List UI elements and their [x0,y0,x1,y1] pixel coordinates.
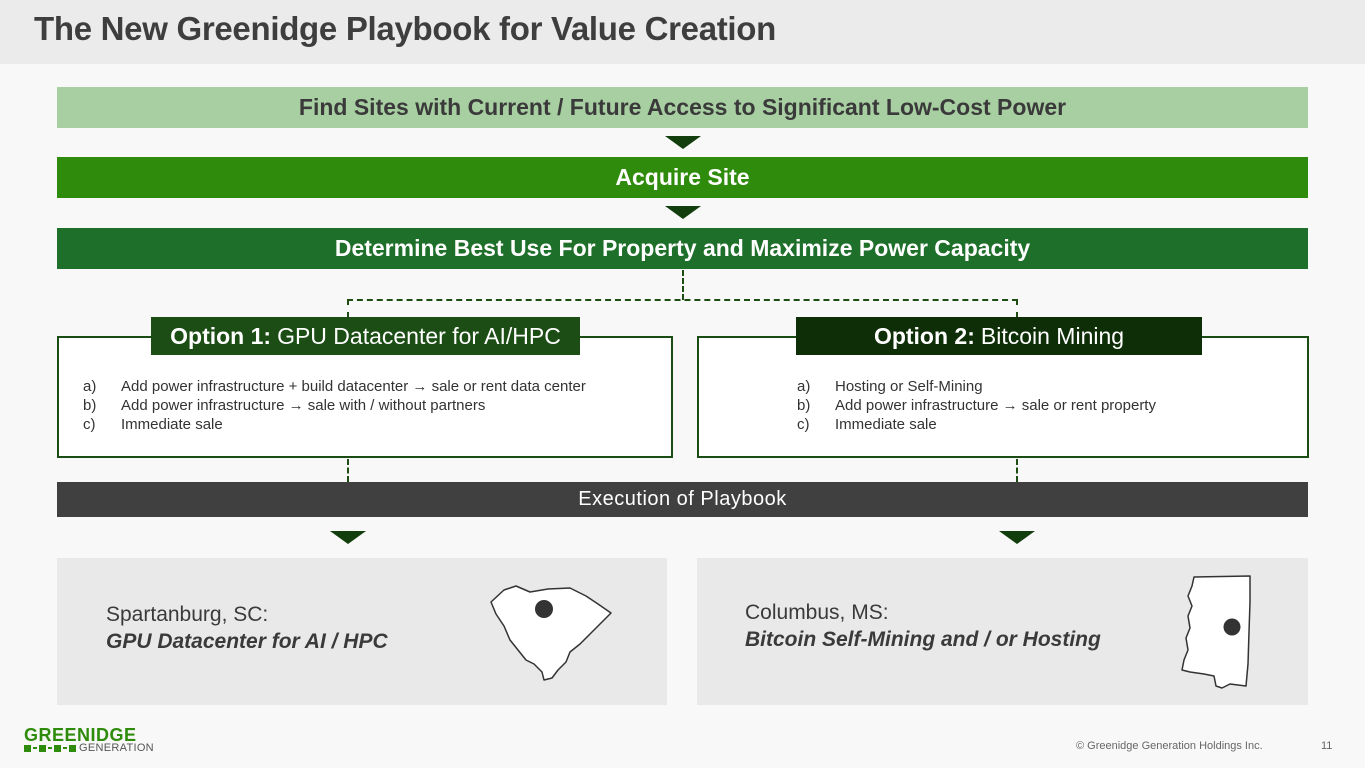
option-2-list: a) Hosting or Self-Mining b) Add power inf… [797,377,1156,434]
logo-square-icon [39,744,46,752]
site-use: Bitcoin Self-Mining and / or Hosting [745,628,1101,651]
list-text: Add power infrastructure → sale or rent … [835,397,1156,414]
list-marker: b) [797,397,811,414]
list-text: Hosting or Self-Mining [835,378,983,395]
option-1-title: GPU Datacenter for AI/HPC [277,322,561,349]
step-find-sites: Find Sites with Current / Future Access … [57,87,1308,128]
list-item: c) Immediate sale [83,415,586,434]
connector-line [682,270,684,300]
list-marker: b) [83,397,97,414]
step-determine-best-use: Determine Best Use For Property and Maxi… [57,228,1308,269]
down-arrow-icon [665,206,701,219]
page-number: 11 [1321,740,1333,752]
list-marker: c) [797,416,810,433]
list-marker: a) [797,378,811,395]
option-2-label: Option 2: [873,322,975,349]
list-item: a) Add power infrastructure + build datac… [83,377,586,396]
list-marker: a) [83,378,97,395]
list-item: b) Add power infrastructure → sale with /… [83,396,586,415]
down-arrow-icon [330,531,366,544]
execution-bar: Execution of Playbook [57,482,1308,517]
list-item: b) Add power infrastructure → sale or ren… [797,396,1156,415]
down-arrow-icon [665,136,701,149]
connector-line [1016,459,1018,482]
logo-subtext: GENERATION [79,742,154,754]
connector-line [347,299,349,318]
logo-square-icon [24,744,31,752]
step-acquire-site: Acquire Site [57,157,1308,198]
list-text: Immediate sale [121,416,223,433]
list-text: Immediate sale [835,416,937,433]
option-1-header: Option 1: GPU Datacenter for AI/HPC [151,317,580,355]
mississippi-map-icon [1181,575,1251,689]
option-1-list: a) Add power infrastructure + build datac… [83,377,586,434]
down-arrow-icon [999,531,1035,544]
logo-mark: GENERATION [24,742,154,754]
site-city: Columbus, MS: [745,601,889,624]
logo-square-icon [69,744,76,752]
south-carolina-map-icon [490,585,612,681]
option-2-header: Option 2: Bitcoin Mining [796,317,1202,355]
page-title: The New Greenidge Playbook for Value Cre… [34,10,777,47]
list-text: Add power infrastructure → sale with / w… [121,397,486,414]
connector-line [347,459,349,482]
copyright-text: © Greenidge Generation Holdings Inc. [1076,740,1263,752]
option-2-title: Bitcoin Mining [980,322,1125,349]
connector-line [347,299,1018,301]
list-text: Add power infrastructure + build datacen… [121,378,586,395]
list-item: a) Hosting or Self-Mining [797,377,1156,396]
logo-square-icon [54,744,61,752]
option-1-label: Option 1: [170,322,272,349]
site-city: Spartanburg, SC: [106,603,269,626]
connector-line [1016,299,1018,318]
list-marker: c) [83,416,96,433]
site-use: GPU Datacenter for AI / HPC [106,630,388,653]
list-item: c) Immediate sale [797,415,1156,434]
